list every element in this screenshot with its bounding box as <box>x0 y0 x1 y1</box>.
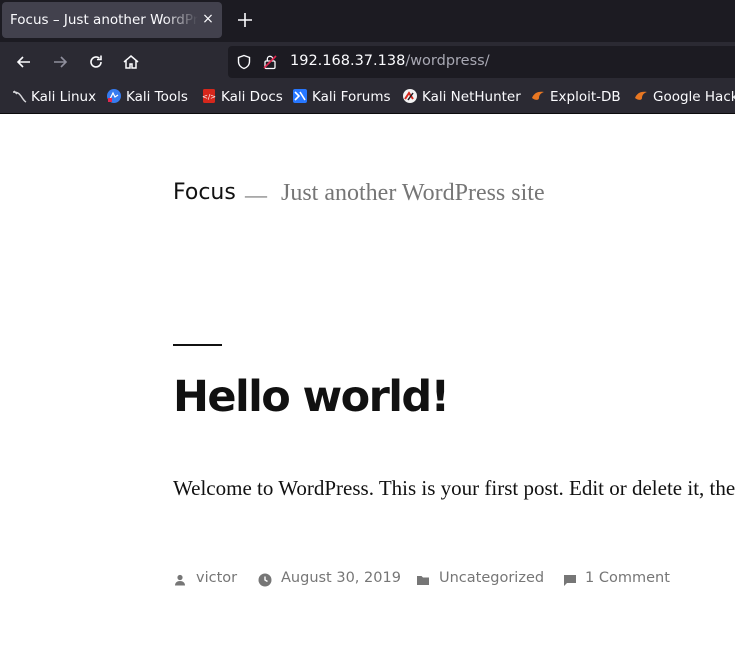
post-title-link[interactable]: Hello world! <box>173 372 450 422</box>
author-icon <box>175 574 185 586</box>
entry-divider <box>173 344 222 346</box>
bookmark-label: Kali Tools <box>126 89 188 105</box>
arrow-left-icon <box>16 56 30 68</box>
svg-text:</>: </> <box>202 93 216 101</box>
url-path: /wordpress/ <box>405 53 490 69</box>
bookmark-label: Kali Linux <box>31 89 97 105</box>
arrow-right-icon <box>54 56 68 68</box>
back-button[interactable] <box>14 52 34 72</box>
post-category-link[interactable]: Uncategorized <box>439 570 544 586</box>
site-title-link[interactable]: Focus <box>173 180 236 205</box>
site-description: Just another WordPress site <box>281 180 545 206</box>
folder-icon <box>417 576 429 585</box>
active-tab[interactable]: Focus – Just another WordPress site × <box>2 2 222 38</box>
bookmark-label: Exploit-DB <box>550 89 621 105</box>
tab-close-button[interactable]: × <box>200 10 216 28</box>
bookmark-kali-tools[interactable]: Kali Tools <box>106 88 188 108</box>
post-author-link[interactable]: victor <box>196 570 237 586</box>
web-page: Focus — Just another WordPress site Hell… <box>0 114 735 669</box>
bookmark-kali-nethunter[interactable]: Kali NetHunter <box>402 88 521 108</box>
bookmark-kali-docs[interactable]: </> Kali Docs <box>201 88 283 108</box>
tab-strip: Focus – Just another WordPress site × <box>0 0 735 42</box>
bookmark-exploit-db[interactable]: Exploit-DB <box>530 88 621 108</box>
insecure-lock-icon[interactable] <box>262 54 278 70</box>
nethunter-icon <box>403 89 417 103</box>
tracking-protection-shield-icon[interactable] <box>236 54 252 70</box>
bookmark-google-hacking-db[interactable]: Google Hacking DB <box>633 88 735 108</box>
kali-dragon-icon <box>12 90 27 103</box>
url-text[interactable]: 192.168.37.138/wordpress/ <box>290 53 490 69</box>
bookmark-label: Kali Forums <box>312 89 391 105</box>
bookmark-kali-forums[interactable]: Kali Forums <box>292 88 391 108</box>
kali-docs-icon: </> <box>202 89 216 103</box>
home-icon <box>123 55 139 69</box>
plus-icon <box>238 13 252 27</box>
bookmark-label: Google Hacking DB <box>653 89 735 105</box>
comment-icon <box>564 575 576 586</box>
forward-button[interactable] <box>50 52 70 72</box>
home-button[interactable] <box>121 52 141 72</box>
navigation-toolbar: 192.168.37.138/wordpress/ <box>0 42 735 82</box>
reload-button[interactable] <box>86 52 106 72</box>
bookmarks-toolbar: Kali Linux Kali Tools </> Kali Docs Kali … <box>0 82 735 114</box>
url-host: 192.168.37.138 <box>290 53 406 69</box>
post-comments-link[interactable]: 1 Comment <box>585 570 670 586</box>
bookmark-kali-linux[interactable]: Kali Linux <box>11 88 96 108</box>
post-excerpt: Welcome to WordPress. This is your first… <box>173 476 735 500</box>
address-bar[interactable]: 192.168.37.138/wordpress/ <box>228 46 735 78</box>
bookmark-label: Kali Docs <box>221 89 283 105</box>
kali-tools-icon <box>107 89 121 103</box>
ghdb-icon <box>635 91 647 100</box>
bookmark-label: Kali NetHunter <box>422 89 521 105</box>
site-title-separator: — <box>245 182 267 207</box>
new-tab-button[interactable] <box>234 9 256 31</box>
exploit-db-icon <box>532 91 544 100</box>
kali-forums-icon <box>293 89 307 103</box>
clock-icon <box>258 573 272 587</box>
reload-icon <box>90 55 102 68</box>
post-date-link[interactable]: August 30, 2019 <box>281 570 401 586</box>
tab-title: Focus – Just another WordPress site <box>10 12 198 28</box>
